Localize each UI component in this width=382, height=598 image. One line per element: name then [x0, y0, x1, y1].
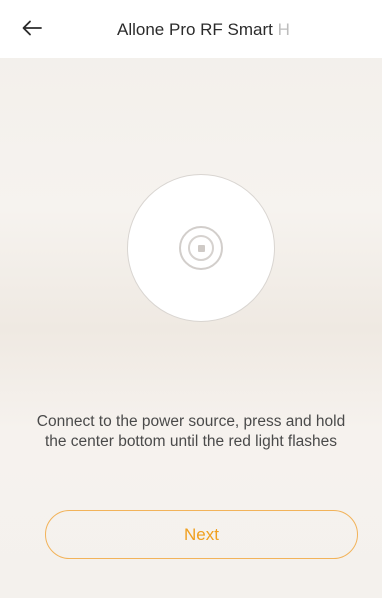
next-button[interactable]: Next [45, 510, 358, 559]
device-button-ring [188, 235, 214, 261]
instruction-text: Connect to the power source, press and h… [36, 413, 346, 450]
page-title: Allone Pro RF Smart H [117, 20, 317, 40]
next-button-label: Next [184, 524, 219, 544]
device-button-center [197, 244, 205, 252]
app-screen: Allone Pro RF Smart H Connect to the pow… [0, 0, 382, 598]
page-title-clipped-tail: H [277, 20, 290, 39]
top-bar: Allone Pro RF Smart H [0, 0, 382, 58]
device-illustration [127, 174, 275, 322]
page-title-text: Allone Pro RF Smart [117, 20, 278, 39]
arrow-left-icon [22, 20, 42, 41]
device-power-button-icon [179, 226, 223, 270]
back-button[interactable] [18, 16, 46, 44]
